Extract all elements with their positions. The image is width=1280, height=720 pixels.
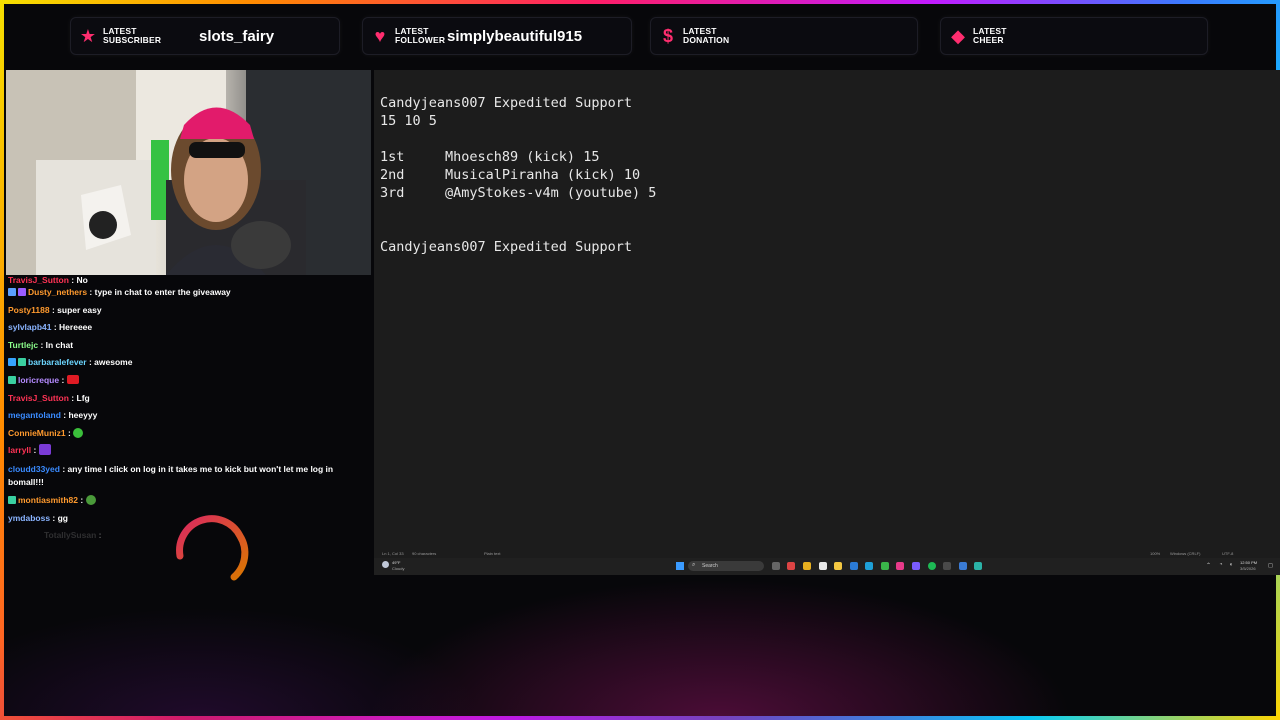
star-icon: ★ — [79, 25, 97, 46]
chat-message: cloudd33yed : any time I click on log in… — [8, 463, 334, 487]
search-input[interactable]: Search — [688, 561, 764, 571]
chat-message: ConnieMuniz1 : — [8, 425, 370, 443]
chat-message: barbaralefever : awesome — [8, 354, 370, 372]
tray-chevron-icon[interactable]: ⌃ — [1206, 562, 1211, 569]
latest-cheer-label: LATEST CHEER — [973, 26, 1007, 45]
volume-icon[interactable]: ◖ — [1229, 562, 1233, 568]
latest-donation-label: LATEST DONATION — [683, 26, 730, 45]
emote-icon — [38, 444, 51, 456]
cursor-position: Ln 1, Col 33 — [382, 551, 404, 556]
clock-date[interactable]: 3/5/2026 — [1240, 566, 1256, 571]
taskbar: 49°F Cloudy Search ⌕ ⌃ ◔ ◖ 12:50 PM 3/5/… — [374, 558, 1280, 575]
webcam-feed — [6, 70, 371, 275]
badge-icon — [18, 358, 26, 367]
notification-icon[interactable]: ◻ — [1268, 562, 1273, 569]
emote-icon — [73, 427, 84, 438]
weather-icon — [382, 561, 389, 568]
dollar-icon: $ — [662, 25, 673, 46]
chrome-icon[interactable] — [803, 562, 811, 570]
chat-message: larryll : — [8, 442, 370, 460]
text-editor[interactable]: Candyjeans007 Expedited Support 15 10 5 … — [380, 94, 1270, 546]
latest-subscriber-panel: ★ LATEST SUBSCRIBER slots_fairy — [70, 17, 340, 55]
editor-line: 15 10 5 — [380, 113, 437, 129]
app-icon[interactable] — [943, 562, 951, 570]
file-format: Plain text — [484, 551, 501, 556]
notepad-icon[interactable] — [974, 562, 982, 570]
start-icon[interactable] — [676, 562, 684, 570]
file-explorer-icon[interactable] — [834, 562, 842, 570]
search-icon: ⌕ — [692, 562, 696, 568]
app-icon[interactable] — [881, 562, 889, 570]
zoom-level[interactable]: 100% — [1150, 551, 1160, 556]
chat-message: sylvlapb41 : Hereeee — [8, 322, 93, 333]
emote-icon — [66, 374, 79, 384]
chat-message: Dusty_nethers : type in chat to enter th… — [8, 284, 370, 302]
heart-icon: ♥ — [374, 25, 386, 46]
app-icon[interactable] — [912, 562, 920, 570]
task-view-icon[interactable] — [772, 562, 780, 570]
clock-time[interactable]: 12:50 PM — [1240, 560, 1257, 565]
loading-spinner — [176, 515, 249, 581]
latest-follower-panel: ♥ LATEST FOLLOWER simplybeautiful915 — [362, 17, 632, 55]
encoding: UTF-8 — [1222, 551, 1234, 556]
app-icon[interactable] — [896, 562, 904, 570]
line-endings: Windows (CRLF) — [1170, 551, 1201, 556]
chat-message: loricreque : — [8, 372, 370, 390]
app-icon[interactable] — [959, 562, 967, 570]
emote-icon — [85, 494, 96, 505]
chat-message: Posty1188 : super easy — [8, 304, 102, 315]
webcam-scene — [6, 70, 371, 275]
notepad-window: Candyjeans007 Expedited Support 15 10 5 … — [374, 70, 1280, 575]
badge-icon — [8, 358, 16, 367]
weather-temp: 49°F — [392, 560, 401, 565]
editor-line: Candyjeans007 Expedited Support — [380, 239, 632, 255]
edge-icon[interactable] — [850, 562, 858, 570]
latest-subscriber-value: slots_fairy — [199, 27, 275, 45]
badge-icon — [8, 375, 16, 384]
weather-desc: Cloudy — [392, 566, 405, 571]
chat-message: megantoland : heeyyy — [8, 410, 98, 421]
chat-panel: TravisJ_Sutton : No Dusty_nethers : type… — [8, 276, 370, 696]
chat-message: Turtlejc : In chat — [8, 339, 74, 350]
latest-cheer-panel: ◆ LATEST CHEER — [940, 17, 1208, 55]
app-icon[interactable] — [819, 562, 827, 570]
network-icon[interactable]: ◔ — [1219, 562, 1223, 568]
latest-follower-value: simplybeautiful915 — [447, 27, 583, 45]
editor-line: 1st Mhoesch89 (kick) 15 — [380, 149, 600, 165]
latest-subscriber-label: LATEST SUBSCRIBER — [103, 26, 162, 45]
badge-icon — [18, 288, 26, 296]
chat-message: TravisJ_Sutton : Lfg — [8, 392, 90, 403]
latest-follower-label: LATEST FOLLOWER — [395, 26, 446, 45]
badge-icon — [8, 495, 16, 504]
editor-line: 3rd @AmyStokes-v4m (youtube) 5 — [380, 185, 657, 201]
chat-message: TravisJ_Sutton : No — [8, 276, 88, 284]
spotify-icon[interactable] — [928, 562, 936, 570]
badge-icon — [8, 288, 16, 296]
chat-message: montiasmith82 : — [8, 492, 370, 510]
app-icon[interactable] — [865, 562, 873, 570]
diamond-icon: ◆ — [951, 25, 965, 46]
char-count: 90 characters — [412, 551, 437, 556]
editor-line: 2nd MusicalPiranha (kick) 10 — [380, 167, 641, 183]
editor-line: Candyjeans007 Expedited Support — [380, 95, 632, 111]
status-bar: Ln 1, Col 33 90 characters Plain text 10… — [374, 548, 1280, 558]
latest-donation-panel: $ LATEST DONATION — [650, 17, 918, 55]
app-icon[interactable] — [787, 562, 795, 570]
